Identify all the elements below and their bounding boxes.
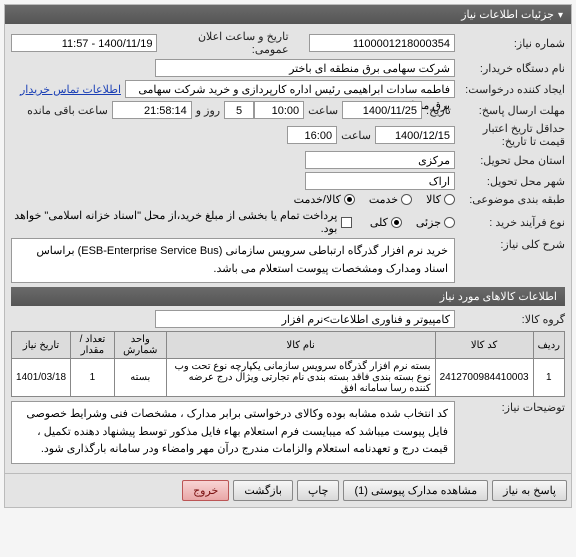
th-qty: تعداد / مقدار <box>71 332 115 359</box>
th-unit: واحد شمارش <box>114 332 166 359</box>
category-radio-group: کالا خدمت کالا/خدمت <box>294 193 455 206</box>
table-row: 1 2412700984410003 بسته نرم افزار گذرگاه… <box>12 359 565 397</box>
remain-days-label: روز و <box>196 104 220 117</box>
category-label: طبقه بندی موضوعی: <box>455 193 565 206</box>
notes-label: توضیحات نیاز: <box>455 401 565 414</box>
org-value: شرکت سهامی برق منطقه ای باختر <box>155 59 455 77</box>
valid-time-label: ساعت <box>341 129 371 142</box>
th-row: ردیف <box>533 332 564 359</box>
cell-row: 1 <box>533 359 564 397</box>
need-no-label: شماره نیاز: <box>455 37 565 50</box>
announce-label: تاریخ و ساعت اعلان عمومی: <box>161 30 288 56</box>
radio-service-dot <box>401 194 412 205</box>
buy-type-label: نوع فرآیند خرید : <box>455 216 565 229</box>
radio-service-label: خدمت <box>369 193 398 206</box>
pay-note: پرداخت تمام یا بخشی از مبلغ خرید،از محل … <box>11 209 337 235</box>
radio-full[interactable]: کلی <box>370 216 402 229</box>
exit-button[interactable]: خروج <box>182 480 229 501</box>
valid-time: 16:00 <box>287 126 337 144</box>
cell-qty: 1 <box>71 359 115 397</box>
notes-text: کد انتخاب شده مشابه بوده وکالای درخواستی… <box>11 401 455 464</box>
attachments-button[interactable]: مشاهده مدارک پیوستی (1) <box>343 480 488 501</box>
th-name: نام کالا <box>166 332 435 359</box>
remain-tail: ساعت باقی مانده <box>27 104 108 117</box>
org-label: نام دستگاه خریدار: <box>455 62 565 75</box>
contact-link[interactable]: اطلاعات تماس خریدار <box>20 83 121 96</box>
items-table: ردیف کد کالا نام کالا واحد شمارش تعداد /… <box>11 331 565 397</box>
radio-partial[interactable]: جزئی <box>416 216 455 229</box>
panel-title: جزئیات اطلاعات نیاز <box>5 5 571 24</box>
cell-date: 1401/03/18 <box>12 359 71 397</box>
radio-partial-dot <box>444 217 455 228</box>
reply-button[interactable]: پاسخ به نیاز <box>492 480 567 501</box>
bottom-bar: پاسخ به نیاز مشاهده مدارک پیوستی (1) چاپ… <box>5 473 571 507</box>
panel-body: شماره نیاز: 1100001218000354 تاریخ و ساع… <box>5 24 571 473</box>
group-value: کامپیوتر و فناوری اطلاعات>نرم افزار <box>155 310 455 328</box>
announce-value: 1400/11/19 - 11:57 <box>11 34 157 52</box>
province-label: استان محل تحویل: <box>455 154 565 167</box>
items-section-title: اطلاعات کالاهای مورد نیاز <box>11 287 565 306</box>
radio-goods[interactable]: کالا <box>426 193 455 206</box>
radio-goods-label: کالا <box>426 193 441 206</box>
deadline-date: 1400/11/25 <box>342 101 422 119</box>
province-value: مرکزی <box>305 151 455 169</box>
city-label: شهر محل تحویل: <box>455 175 565 188</box>
main-panel: جزئیات اطلاعات نیاز شماره نیاز: 11000012… <box>4 4 572 508</box>
radio-full-label: کلی <box>370 216 388 229</box>
need-no-value: 1100001218000354 <box>309 34 455 52</box>
cell-code: 2412700984410003 <box>435 359 533 397</box>
city-value: اراک <box>305 172 455 190</box>
cell-name: بسته نرم افزار گذرگاه سرویس سازمانی یکپا… <box>166 359 435 397</box>
pay-checkbox[interactable] <box>341 217 352 228</box>
deadline-time: 10:00 <box>254 101 304 119</box>
radio-goods-service[interactable]: کالا/خدمت <box>294 193 355 206</box>
print-button[interactable]: چاپ <box>297 480 340 501</box>
radio-goods-service-dot <box>344 194 355 205</box>
creator-label: ایجاد کننده درخواست: <box>455 83 565 96</box>
summary-label: شرح کلی نیاز: <box>455 238 565 251</box>
deadline-label: مهلت ارسال پاسخ: <box>455 104 565 117</box>
remain-time: 21:58:14 <box>112 101 192 119</box>
radio-partial-label: جزئی <box>416 216 441 229</box>
remain-days: 5 <box>224 101 254 119</box>
radio-full-dot <box>391 217 402 228</box>
summary-text: خرید نرم افزار گذرگاه ارتباطی سرویس سازم… <box>11 238 455 283</box>
cell-unit: بسته <box>114 359 166 397</box>
valid-date: 1400/12/15 <box>375 126 455 144</box>
buy-type-radio-group: جزئی کلی <box>370 216 455 229</box>
deadline-date-label: تاریخ: <box>426 104 451 117</box>
th-code: کد کالا <box>435 332 533 359</box>
radio-service[interactable]: خدمت <box>369 193 412 206</box>
deadline-time-label: ساعت <box>308 104 338 117</box>
radio-goods-service-label: کالا/خدمت <box>294 193 341 206</box>
group-label: گروه کالا: <box>455 313 565 326</box>
back-button[interactable]: بازگشت <box>233 480 293 501</box>
th-date: تاریخ نیاز <box>12 332 71 359</box>
creator-value: فاطمه سادات ابراهیمی رئیس اداره کارپرداز… <box>125 80 455 98</box>
radio-goods-dot <box>444 194 455 205</box>
valid-label: حداقل تاریخ اعتبار قیمت تا تاریخ: <box>455 122 565 148</box>
